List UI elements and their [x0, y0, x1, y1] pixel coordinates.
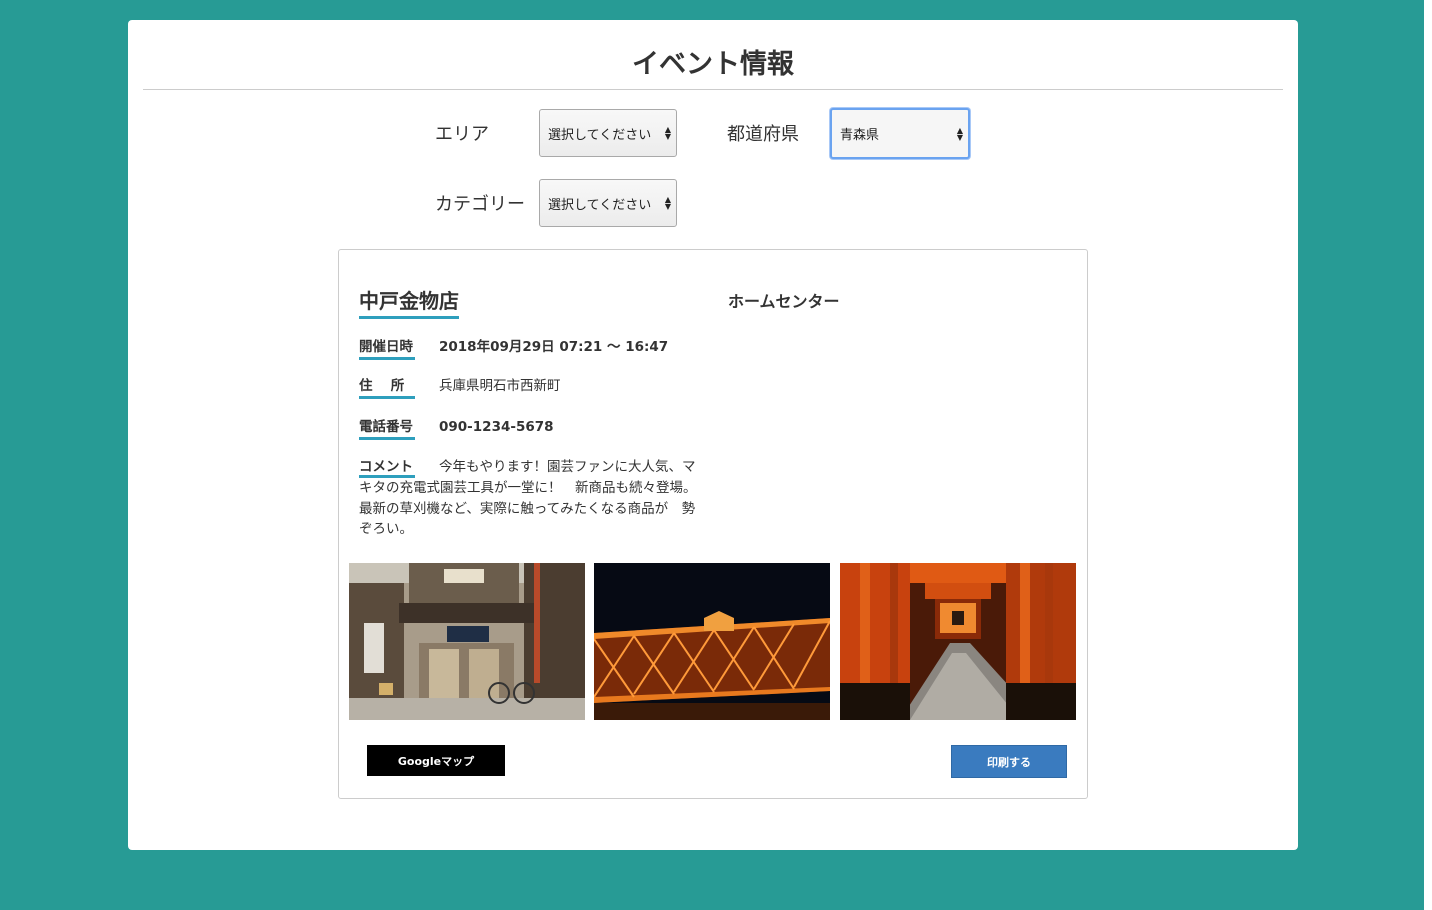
date-value: 2018年09月29日 07:21 〜 16:47 [439, 339, 669, 355]
phone-value: 090-1234-5678 [439, 419, 554, 435]
date-label: 開催日時 [359, 338, 415, 360]
page-title: イベント情報 [632, 49, 794, 80]
category-select-value: 選択してください [548, 197, 652, 213]
content-panel: イベント情報 エリア 選択してください ▲ ▼ 都道府県 青森県 ▲ ▼ カテゴリー… [128, 20, 1298, 850]
torii-gates-photo [840, 563, 1076, 720]
area-select[interactable]: 選択してください ▲ ▼ [539, 109, 677, 157]
select-arrows-icon: ▲ ▼ [956, 125, 963, 142]
print-button[interactable]: 印刷する [951, 745, 1067, 778]
comment-label: コメント [359, 459, 415, 478]
shop-name: 中戸金物店 [359, 288, 459, 319]
event-card: 中戸金物店 ホームセンター 開催日時 2018年09月29日 07:21 〜 1… [338, 249, 1088, 799]
scrollbar[interactable] [1424, 0, 1432, 910]
prefecture-select[interactable]: 青森県 ▲ ▼ [830, 108, 970, 159]
event-category: ホームセンター [728, 292, 840, 311]
address-label: 住 所 [359, 377, 415, 399]
comment-block: コメント 今年もやります！園芸ファンに大人気、マキタの充電式園芸工具が一堂に！ 新… [359, 457, 699, 540]
title-divider [143, 89, 1283, 90]
storefront-photo [349, 563, 585, 720]
select-arrows-icon: ▲ ▼ [664, 125, 671, 141]
prefecture-select-value: 青森県 [840, 128, 880, 143]
select-arrows-icon: ▲ ▼ [664, 195, 671, 211]
prefecture-label: 都道府県 [727, 124, 799, 145]
google-map-button[interactable]: Googleマップ [367, 745, 505, 776]
area-select-value: 選択してください [548, 127, 652, 143]
category-label: カテゴリー [435, 194, 525, 215]
phone-label: 電話番号 [359, 418, 415, 440]
address-value: 兵庫県明石市西新町 [439, 378, 561, 394]
area-label: エリア [435, 124, 489, 145]
category-select[interactable]: 選択してください ▲ ▼ [539, 179, 677, 227]
illuminated-bridge-photo [594, 563, 830, 720]
